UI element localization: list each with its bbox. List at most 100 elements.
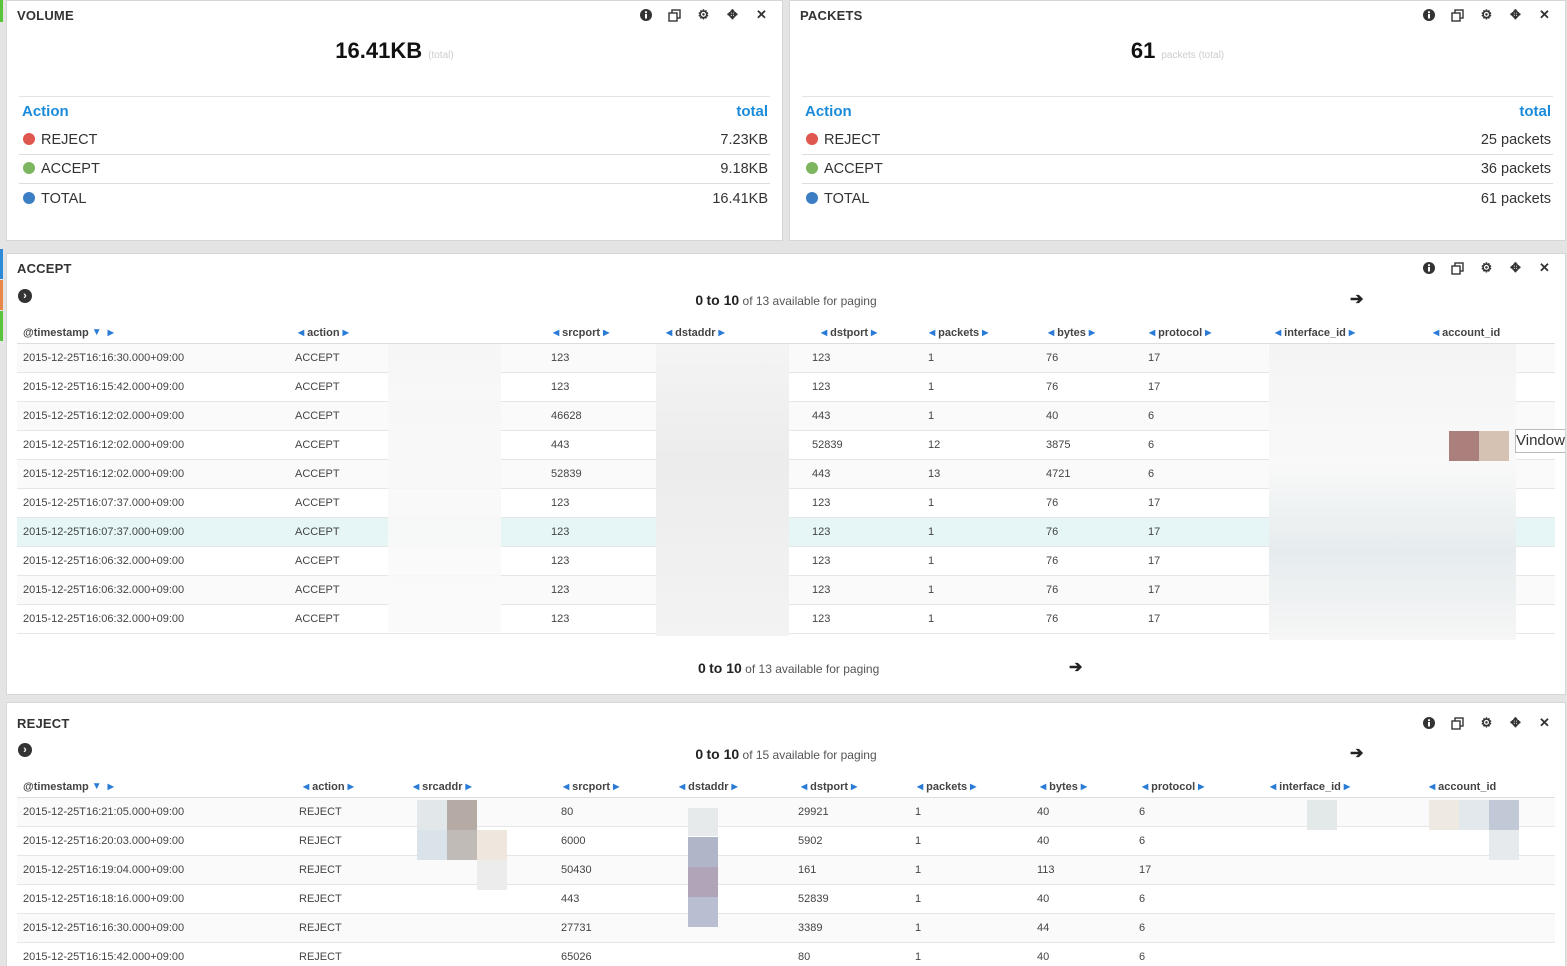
close-icon[interactable]: ✕ [747,7,776,23]
col-dstport[interactable]: ◀ dstport ▶ [818,322,880,343]
status-accent-orange [0,280,3,310]
total-dot-icon [23,191,35,204]
col-bytes[interactable]: ◀ bytes ▶ [1045,322,1098,343]
arrow-right-icon[interactable]: ➔ [1069,657,1082,677]
table-cell: 1 [915,864,922,876]
table-cell: 1 [915,951,922,963]
table-cell: 1 [915,806,922,818]
col-timestamp[interactable]: @timestamp ▼ ▶ [23,776,117,797]
col-timestamp[interactable]: @timestamp ▼ ▶ [23,322,117,343]
move-icon[interactable]: ✥ [1501,260,1530,276]
gear-icon[interactable]: ⚙ [1472,7,1501,23]
table-cell: 443 [812,410,831,422]
col-srcport[interactable]: ◀ srcport ▶ [550,322,612,343]
col-bytes[interactable]: ◀ bytes ▶ [1037,776,1090,797]
table-row[interactable]: 2015-12-25T16:18:16.000+09:00 REJECT 443 52… [17,885,1555,914]
table-cell: 123 [812,497,831,509]
table-cell: ACCEPT [295,410,340,422]
copy-icon[interactable] [1443,260,1472,276]
table-cell: 443 [551,439,570,451]
copy-icon[interactable] [660,7,689,23]
sort-arrow-icon: ◀ [1429,782,1436,791]
info-icon[interactable] [1414,7,1443,23]
gear-icon[interactable]: ⚙ [1472,260,1501,276]
table-cell: 123 [812,352,831,364]
table-cell: ACCEPT [295,497,340,509]
info-icon[interactable] [1414,715,1443,731]
col-packets[interactable]: ◀ packets ▶ [926,322,991,343]
redacted-account-id [1429,800,1459,830]
table-cell: 6 [1148,410,1155,422]
table-row[interactable]: 2015-12-25T16:15:42.000+09:00 REJECT 65026… [17,943,1555,966]
move-icon[interactable]: ✥ [718,7,747,23]
col-interface-id[interactable]: ◀ interface_id ▶ [1272,322,1358,343]
arrow-right-icon[interactable]: ➔ [1350,743,1363,763]
table-cell: 123 [812,613,831,625]
info-icon[interactable] [1414,260,1443,276]
panel-toolbar: ⚙ ✥ ✕ [1414,260,1559,276]
table-cell: 443 [561,893,580,905]
info-icon[interactable] [631,7,660,23]
arrow-right-icon[interactable]: ➔ [1350,289,1363,309]
table-cell: 50430 [561,864,592,876]
panel-toolbar: ⚙ ✥ ✕ [631,7,776,23]
summary-row-total[interactable]: TOTAL 16.41KB [19,184,770,213]
sort-arrow-icon: ◀ [298,328,305,337]
summary-header: Action total [802,97,1553,126]
table-cell: 123 [551,381,570,393]
table-cell: 1 [928,526,935,538]
redacted-account-id [1459,800,1489,830]
summary-row-accept[interactable]: ACCEPT 36 packets [802,155,1553,184]
summary-row-total[interactable]: TOTAL 61 packets [802,184,1553,213]
table-cell: 1 [928,410,935,422]
col-interface-id[interactable]: ◀ interface_id ▶ [1267,776,1353,797]
close-icon[interactable]: ✕ [1530,260,1559,276]
table-row[interactable]: 2015-12-25T16:20:03.000+09:00 REJECT 6000 5… [17,827,1555,856]
col-dstaddr[interactable]: ◀ dstaddr ▶ [663,322,728,343]
redacted-account-id [1489,830,1519,860]
sort-arrow-icon: ◀ [929,328,936,337]
col-account-id[interactable]: ◀ account_id [1430,322,1500,343]
header-action[interactable]: Action [22,103,69,120]
header-total[interactable]: total [1519,103,1551,120]
sort-arrow-icon: ▶ [465,782,472,791]
sort-arrow-icon: ▶ [982,328,989,337]
table-row[interactable]: 2015-12-25T16:16:30.000+09:00 REJECT 27731… [17,914,1555,943]
move-icon[interactable]: ✥ [1501,715,1530,731]
table-cell: 40 [1037,806,1050,818]
reject-panel: REJECT ⚙ ✥ ✕ › 0 to 10 of 15 available f… [6,702,1566,966]
summary-row-reject[interactable]: REJECT 25 packets [802,126,1553,155]
table-cell: 17 [1148,352,1161,364]
summary-row-accept[interactable]: ACCEPT 9.18KB [19,155,770,184]
header-total[interactable]: total [736,103,768,120]
sort-arrow-icon: ◀ [1433,328,1440,337]
gear-icon[interactable]: ⚙ [1472,715,1501,731]
col-protocol[interactable]: ◀ protocol ▶ [1139,776,1207,797]
sort-arrow-icon: ◀ [1270,782,1277,791]
summary-row-reject[interactable]: REJECT 7.23KB [19,126,770,155]
table-cell: 40 [1046,410,1059,422]
col-action[interactable]: ◀ action ▶ [300,776,357,797]
gear-icon[interactable]: ⚙ [689,7,718,23]
col-packets[interactable]: ◀ packets ▶ [914,776,979,797]
col-protocol[interactable]: ◀ protocol ▶ [1146,322,1214,343]
table-row[interactable]: 2015-12-25T16:19:04.000+09:00 REJECT 50430… [17,856,1555,885]
move-icon[interactable]: ✥ [1501,7,1530,23]
col-account-id[interactable]: ◀ account_id [1426,776,1496,797]
table-cell: ACCEPT [295,584,340,596]
copy-icon[interactable] [1443,7,1472,23]
header-action[interactable]: Action [805,103,852,120]
close-icon[interactable]: ✕ [1530,7,1559,23]
col-action[interactable]: ◀ action ▶ [295,322,352,343]
col-srcport[interactable]: ◀ srcport ▶ [560,776,622,797]
copy-icon[interactable] [1443,715,1472,731]
close-icon[interactable]: ✕ [1530,715,1559,731]
table-cell: 1 [928,613,935,625]
table-cell: 6 [1139,835,1146,847]
col-dstport[interactable]: ◀ dstport ▶ [798,776,860,797]
col-dstaddr[interactable]: ◀ dstaddr ▶ [676,776,741,797]
table-cell: 40 [1037,893,1050,905]
table-header: @timestamp ▼ ▶ ◀ action ▶ ◀ srcaddr ▶ ◀ srcport… [17,776,1555,798]
panel-title: REJECT [17,716,70,731]
col-srcaddr[interactable]: ◀ srcaddr ▶ [410,776,475,797]
